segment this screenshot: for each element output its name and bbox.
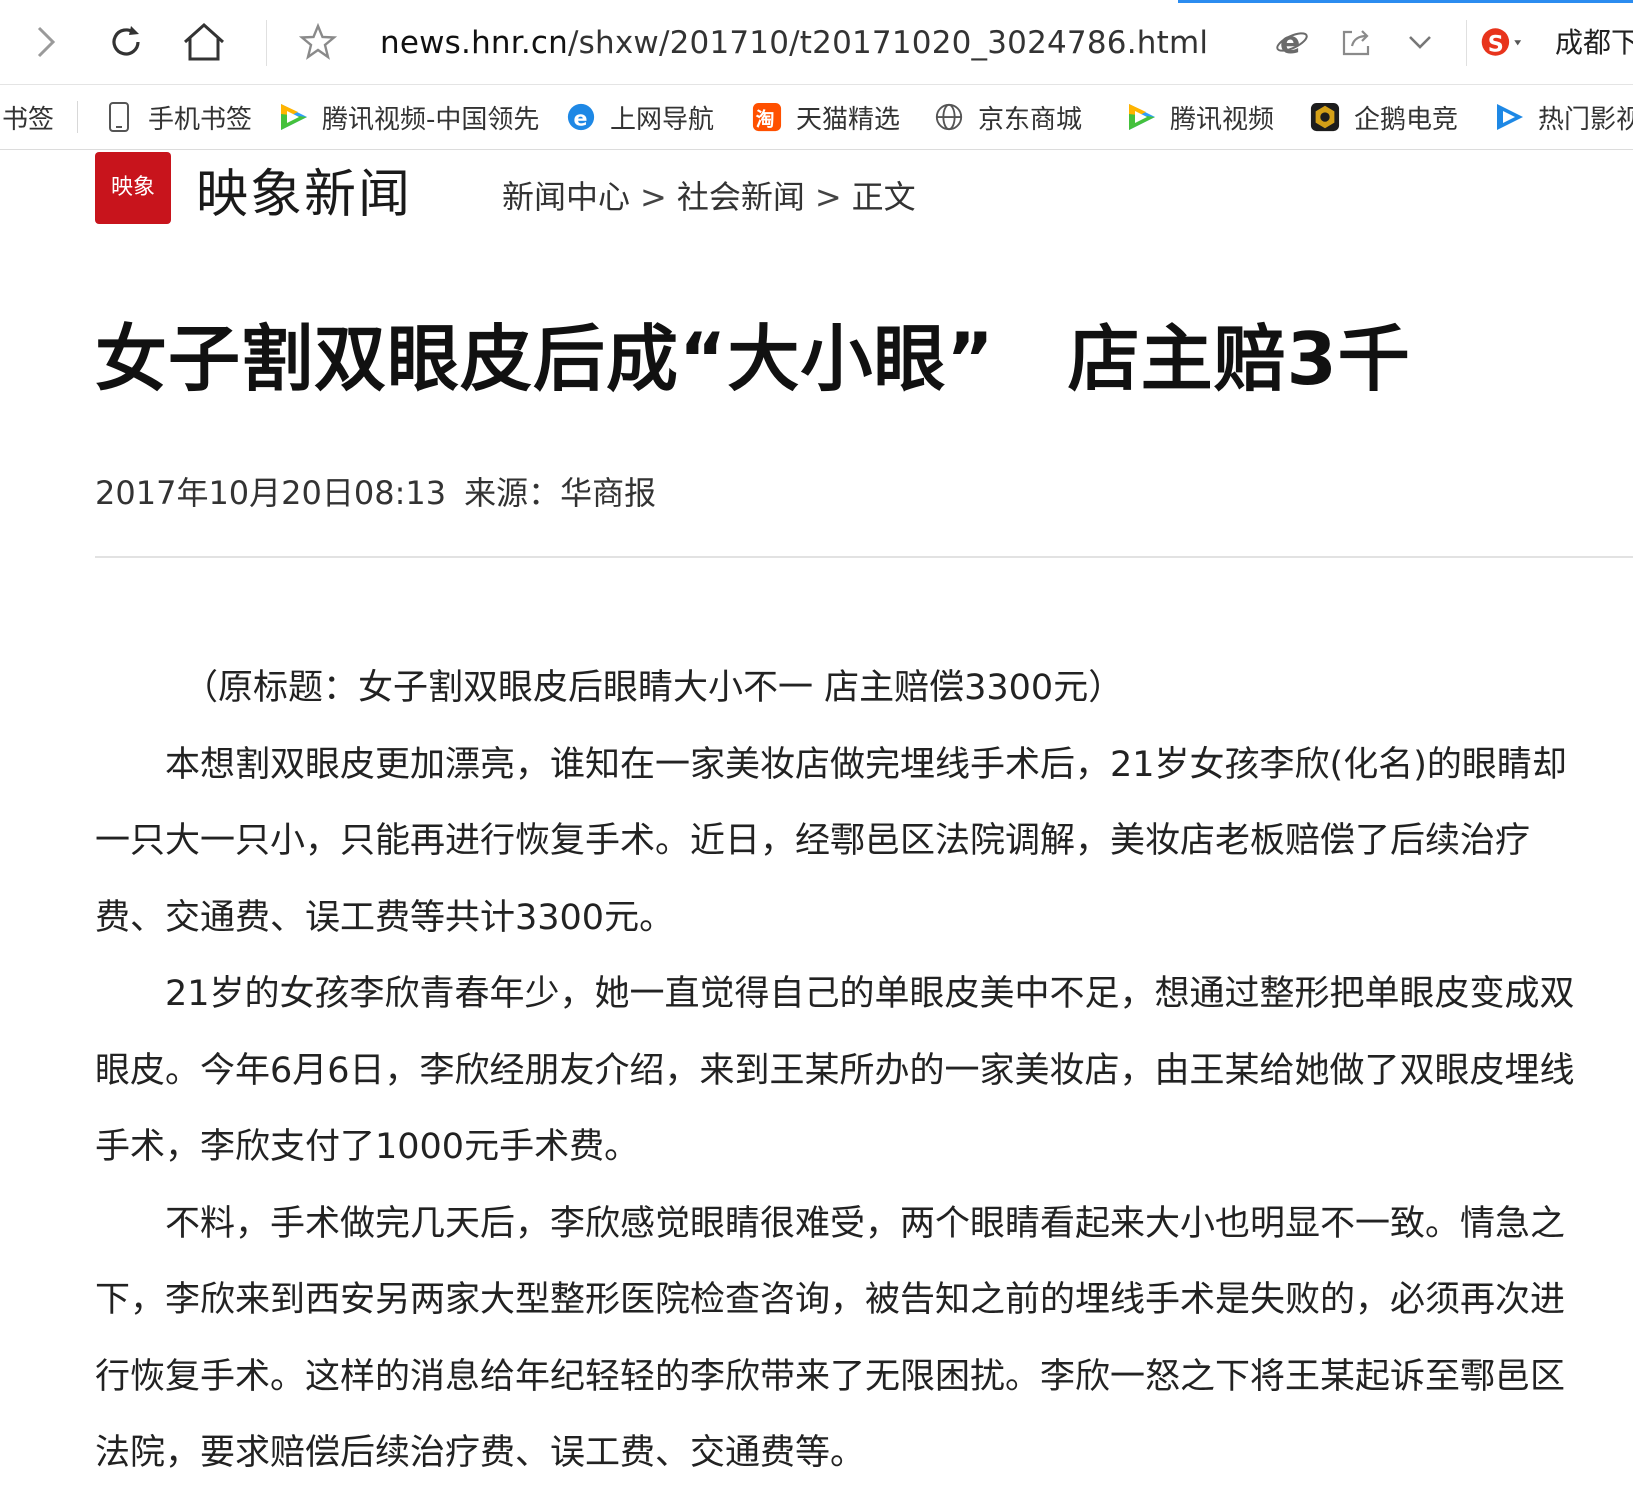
bookmark-label: 腾讯视频 bbox=[1170, 104, 1275, 135]
sogou-icon[interactable]: S bbox=[1480, 18, 1528, 66]
globe-icon bbox=[934, 102, 964, 132]
forward-icon[interactable] bbox=[22, 18, 70, 66]
breadcrumb-news-center[interactable]: 新闻中心 bbox=[502, 178, 630, 216]
taobao-icon: 淘 bbox=[752, 102, 782, 132]
url-field[interactable]: news.hnr.cn/shxw/201710/t20171020_302478… bbox=[380, 20, 1208, 66]
bookmark-item[interactable]: 腾讯视频-中国领先 bbox=[278, 85, 546, 149]
svg-text:淘: 淘 bbox=[756, 107, 775, 130]
bookmark-divider bbox=[77, 101, 78, 133]
url-domain: news.hnr.cn bbox=[380, 25, 569, 61]
address-bar: news.hnr.cn/shxw/201710/t20171020_302478… bbox=[0, 0, 1633, 85]
site-name[interactable]: 映象新闻 bbox=[196, 152, 412, 227]
page-loading-indicator bbox=[1178, 0, 1633, 3]
bookmark-item[interactable]: 手机书签 bbox=[104, 85, 252, 149]
svg-text:S: S bbox=[1488, 31, 1504, 57]
bookmark-folder[interactable]: 书签 bbox=[2, 85, 54, 149]
ie-mode-icon[interactable]: e bbox=[1268, 18, 1316, 66]
star-icon[interactable] bbox=[294, 18, 342, 66]
bookmark-label: 腾讯视频-中国领先 bbox=[322, 104, 540, 135]
article-paragraph: 21岁的女孩李欣青春年少，她一直觉得自己的单眼皮美中不足，想通过整形把单眼皮变成… bbox=[95, 974, 1575, 1167]
refresh-icon[interactable] bbox=[102, 18, 150, 66]
bookmark-item[interactable]: 企鹅电竞 bbox=[1310, 85, 1458, 149]
bookmark-item[interactable]: 淘 天猫精选 bbox=[752, 85, 900, 149]
article-datetime: 2017年10月20日08:13 bbox=[95, 474, 447, 512]
bookmark-item[interactable]: 腾讯视频 bbox=[1126, 85, 1274, 149]
toolbar-divider bbox=[266, 20, 267, 66]
bookmark-label: 手机书签 bbox=[148, 104, 253, 135]
site-logo-text: 映象 bbox=[110, 175, 155, 200]
chevron-down-icon[interactable] bbox=[1396, 18, 1444, 66]
share-icon[interactable] bbox=[1332, 18, 1380, 66]
article-paragraph: 不料，手术做完几天后，李欣感觉眼睛很难受，两个眼睛看起来大小也明显不一致。情急之… bbox=[95, 1203, 1566, 1474]
tencent-video-icon bbox=[278, 102, 308, 132]
bookmark-label: 天猫精选 bbox=[796, 104, 901, 135]
bookmark-item[interactable]: 热门影视 bbox=[1494, 85, 1633, 149]
ie-icon: e bbox=[566, 102, 596, 132]
bookmark-label: 热门影视 bbox=[1538, 104, 1633, 135]
bookmarks-bar: 书签 手机书签 腾讯视频-中国领先 e 上网导航 淘 天猫精选 京东商城 腾讯视… bbox=[0, 85, 1633, 150]
bookmark-label: 企鹅电竞 bbox=[1354, 104, 1459, 135]
breadcrumb-separator: > bbox=[640, 178, 667, 216]
bookmark-label: 书签 bbox=[2, 104, 55, 135]
phone-icon bbox=[104, 102, 134, 132]
penguin-esports-icon bbox=[1310, 102, 1340, 132]
video-play-icon bbox=[1494, 102, 1524, 132]
bookmark-label: 京东商城 bbox=[978, 104, 1083, 135]
site-logo[interactable]: 映象 bbox=[95, 152, 171, 224]
location-label[interactable]: 成都下 bbox=[1555, 20, 1633, 66]
breadcrumb: 新闻中心 > 社会新闻 > 正文 bbox=[502, 172, 916, 218]
breadcrumb-social-news[interactable]: 社会新闻 bbox=[677, 178, 805, 216]
web-page: 映象 映象新闻 新闻中心 > 社会新闻 > 正文 女子割双眼皮后成“大小眼” 店主赔3千… bbox=[0, 150, 1633, 1498]
article-body: （原标题：女子割双眼皮后眼睛大小不一 店主赔偿3300元） 本想割双眼皮更加漂亮… bbox=[95, 650, 1585, 1492]
svg-text:e: e bbox=[1280, 26, 1300, 59]
tencent-video-icon bbox=[1126, 102, 1156, 132]
article-source: 来源：华商报 bbox=[464, 474, 657, 512]
bookmark-item[interactable]: e 上网导航 bbox=[566, 85, 714, 149]
url-path: /shxw/201710/t20171020_3024786.html bbox=[568, 25, 1209, 61]
article-title: 女子割双眼皮后成“大小眼” 店主赔3千 bbox=[95, 317, 1411, 401]
breadcrumb-separator: > bbox=[814, 178, 842, 216]
bookmark-item[interactable]: 京东商城 bbox=[934, 85, 1082, 149]
article-paragraph: 本想割双眼皮更加漂亮，谁知在一家美妆店做完埋线手术后，21岁女孩李欣(化名)的眼… bbox=[95, 744, 1567, 938]
breadcrumb-current: 正文 bbox=[851, 178, 916, 216]
toolbar-divider bbox=[1466, 20, 1467, 66]
original-title: （原标题：女子割双眼皮后眼睛大小不一 店主赔偿3300元） bbox=[183, 668, 1124, 708]
article-meta: 2017年10月20日08:13 来源：华商报 bbox=[95, 468, 656, 514]
bookmark-label: 上网导航 bbox=[610, 104, 715, 135]
svg-text:e: e bbox=[574, 106, 588, 130]
header-divider bbox=[95, 556, 1633, 558]
home-icon[interactable] bbox=[180, 18, 228, 66]
